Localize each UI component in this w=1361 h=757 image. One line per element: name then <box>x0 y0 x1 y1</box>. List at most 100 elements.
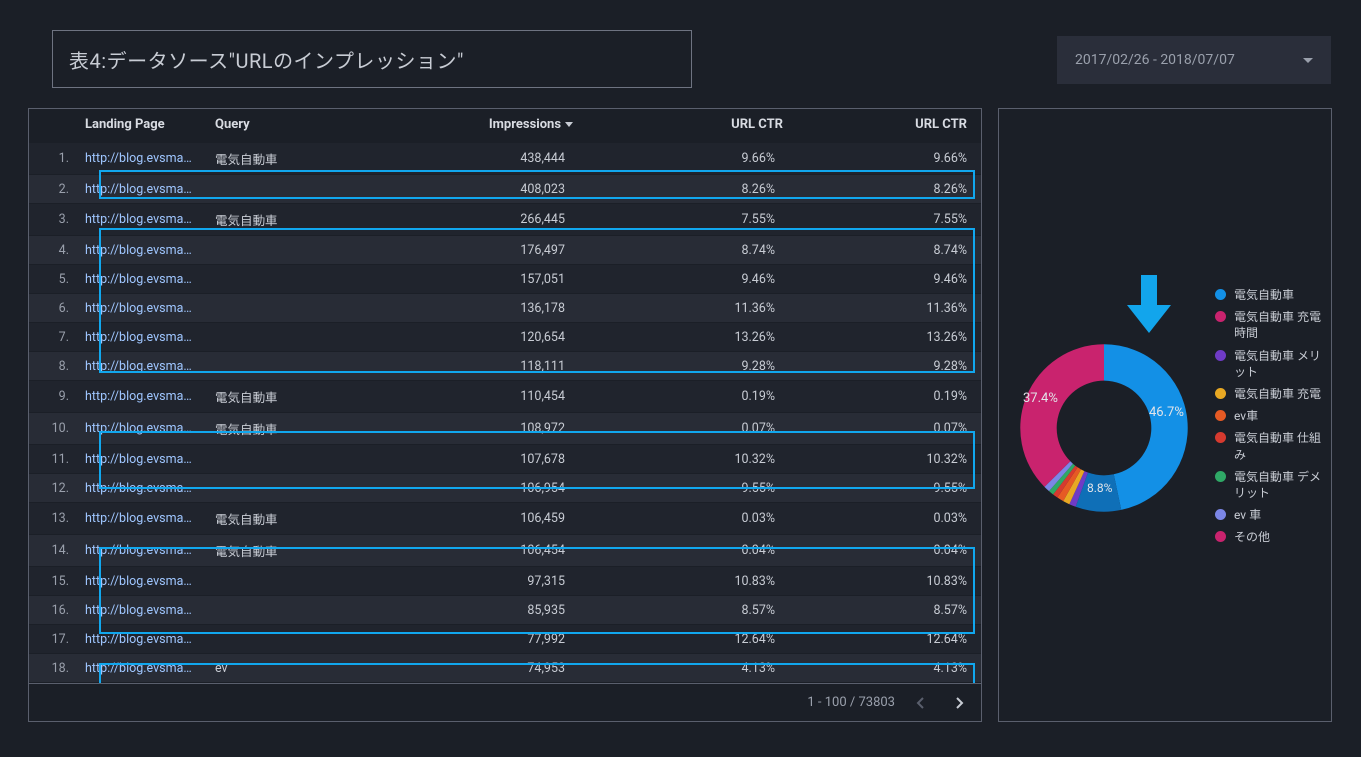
table-row[interactable]: 8.http://blog.evsma…118,1119.28%9.28% <box>29 352 981 381</box>
legend-label: 電気自動車 メリット <box>1234 348 1328 380</box>
table-row[interactable]: 1.http://blog.evsma…電気自動車438,4449.66%9.6… <box>29 143 981 175</box>
table-row[interactable]: 10.http://blog.evsma…電気自動車108,9720.07%0.… <box>29 413 981 445</box>
cell-impressions: 97,315 <box>369 567 579 596</box>
table-row[interactable]: 16.http://blog.evsma…85,9358.57%8.57% <box>29 596 981 625</box>
table-row[interactable]: 15.http://blog.evsma…97,31510.83%10.83% <box>29 567 981 596</box>
cell-ctr2: 11.36% <box>789 294 981 323</box>
cell-rownum: 2. <box>29 175 79 204</box>
cell-ctr1: 7.55% <box>579 204 789 236</box>
cell-ctr1: 0.19% <box>579 381 789 413</box>
cell-rownum: 19. <box>29 683 79 684</box>
col-label: Impressions <box>489 117 561 132</box>
cell-landing-page[interactable]: http://blog.evsma… <box>79 445 209 474</box>
cell-query: 電気自動車 <box>209 381 369 413</box>
cell-landing-page[interactable]: http://blog.evsma… <box>79 654 209 683</box>
legend-swatch <box>1215 509 1226 520</box>
slice-label-1: 46.7% <box>1149 405 1184 420</box>
table-row[interactable]: 5.http://blog.evsma…157,0519.46%9.46% <box>29 265 981 294</box>
cell-landing-page[interactable]: http://blog.evsma… <box>79 352 209 381</box>
cell-ctr1: 9.66% <box>579 143 789 175</box>
table-row[interactable]: 3.http://blog.evsma…電気自動車266,4457.55%7.5… <box>29 204 981 236</box>
donut-slice[interactable] <box>1104 344 1188 510</box>
table-row[interactable]: 7.http://blog.evsma…120,65413.26%13.26% <box>29 323 981 352</box>
table-row[interactable]: 4.http://blog.evsma…176,4978.74%8.74% <box>29 236 981 265</box>
legend-swatch <box>1215 311 1226 322</box>
cell-query: 電気自動車 <box>209 503 369 535</box>
col-url-ctr-1[interactable]: URL CTR <box>579 109 789 143</box>
cell-ctr2: 0.04% <box>789 535 981 567</box>
table-row[interactable]: 6.http://blog.evsma…136,17811.36%11.36% <box>29 294 981 323</box>
cell-impressions: 107,678 <box>369 445 579 474</box>
cell-ctr1: 10.32% <box>579 445 789 474</box>
legend-item[interactable]: 電気自動車 充電 <box>1215 386 1328 402</box>
cell-ctr2: 0.19% <box>789 381 981 413</box>
col-query[interactable]: Query <box>209 109 369 143</box>
cell-landing-page[interactable]: http://blog.evsma… <box>79 265 209 294</box>
donut-slice[interactable] <box>1020 344 1104 487</box>
cell-impressions: 120,654 <box>369 323 579 352</box>
cell-ctr1: 12.64% <box>579 625 789 654</box>
col-landing-page[interactable]: Landing Page <box>79 109 209 143</box>
cell-impressions: 266,445 <box>369 204 579 236</box>
cell-landing-page[interactable]: http://blog.evsma… <box>79 474 209 503</box>
cell-query <box>209 265 369 294</box>
cell-landing-page[interactable]: http://blog.evsma… <box>79 381 209 413</box>
legend-item[interactable]: 電気自動車 仕組み <box>1215 430 1328 462</box>
slice-label-2: 8.8% <box>1087 481 1112 495</box>
cell-ctr1: 10.83% <box>579 567 789 596</box>
table-row[interactable]: 17.http://blog.evsma…77,99212.64%12.64% <box>29 625 981 654</box>
prev-page-button[interactable] <box>909 691 933 715</box>
cell-rownum: 12. <box>29 474 79 503</box>
cell-impressions: 106,954 <box>369 474 579 503</box>
legend-item[interactable]: 電気自動車 <box>1215 287 1328 303</box>
cell-impressions: 136,178 <box>369 294 579 323</box>
table-row[interactable]: 13.http://blog.evsma…電気自動車106,4590.03%0.… <box>29 503 981 535</box>
cell-landing-page[interactable]: http://blog.evsma… <box>79 413 209 445</box>
cell-impressions: 77,992 <box>369 625 579 654</box>
cell-ctr1: 13.26% <box>579 323 789 352</box>
sort-desc-icon <box>565 122 573 127</box>
legend-item[interactable]: ev 車 <box>1215 507 1328 523</box>
cell-landing-page[interactable]: http://blog.evsma… <box>79 175 209 204</box>
table-row[interactable]: 2.http://blog.evsma…408,0238.26%8.26% <box>29 175 981 204</box>
legend-item[interactable]: 電気自動車 デメリット <box>1215 469 1328 501</box>
cell-landing-page[interactable]: http://blog.evsma… <box>79 535 209 567</box>
legend-label: 電気自動車 デメリット <box>1234 469 1328 501</box>
cell-landing-page[interactable]: http://blog.evsma… <box>79 143 209 175</box>
cell-query: 電気自動車 <box>209 204 369 236</box>
table-header-row: Landing Page Query Impressions URL CTR U… <box>29 109 981 143</box>
legend-item[interactable]: 電気自動車 充電時間 <box>1215 309 1328 341</box>
table-row[interactable]: 19.http://blog.evsma…60,31610.22%10.22% <box>29 683 981 684</box>
cell-landing-page[interactable]: http://blog.evsma… <box>79 236 209 265</box>
table-row[interactable]: 14.http://blog.evsma…電気自動車106,4540.04%0.… <box>29 535 981 567</box>
chevron-down-icon <box>1303 58 1313 63</box>
cell-landing-page[interactable]: http://blog.evsma… <box>79 503 209 535</box>
col-label: Landing Page <box>85 117 165 132</box>
cell-landing-page[interactable]: http://blog.evsma… <box>79 596 209 625</box>
cell-landing-page[interactable]: http://blog.evsma… <box>79 625 209 654</box>
cell-query <box>209 323 369 352</box>
cell-query <box>209 474 369 503</box>
cell-query <box>209 596 369 625</box>
cell-landing-page[interactable]: http://blog.evsma… <box>79 683 209 684</box>
cell-ctr1: 8.74% <box>579 236 789 265</box>
table-row[interactable]: 9.http://blog.evsma…電気自動車110,4540.19%0.1… <box>29 381 981 413</box>
legend-item[interactable]: ev車 <box>1215 408 1328 424</box>
cell-landing-page[interactable]: http://blog.evsma… <box>79 204 209 236</box>
table-scroll[interactable]: Landing Page Query Impressions URL CTR U… <box>29 109 981 683</box>
col-impressions[interactable]: Impressions <box>369 109 579 143</box>
cell-impressions: 106,459 <box>369 503 579 535</box>
table-row[interactable]: 11.http://blog.evsma…107,67810.32%10.32% <box>29 445 981 474</box>
cell-ctr2: 10.22% <box>789 683 981 684</box>
legend-item[interactable]: 電気自動車 メリット <box>1215 348 1328 380</box>
date-range-selector[interactable]: 2017/02/26 - 2018/07/07 <box>1057 36 1331 84</box>
next-page-button[interactable] <box>947 691 971 715</box>
table-row[interactable]: 12.http://blog.evsma…106,9549.55%9.55% <box>29 474 981 503</box>
cell-landing-page[interactable]: http://blog.evsma… <box>79 294 209 323</box>
cell-landing-page[interactable]: http://blog.evsma… <box>79 323 209 352</box>
table-row[interactable]: 18.http://blog.evsma…ev74,9534.13%4.13% <box>29 654 981 683</box>
col-url-ctr-2[interactable]: URL CTR <box>789 109 981 143</box>
cell-landing-page[interactable]: http://blog.evsma… <box>79 567 209 596</box>
legend-item[interactable]: その他 <box>1215 529 1328 545</box>
cell-ctr2: 9.46% <box>789 265 981 294</box>
